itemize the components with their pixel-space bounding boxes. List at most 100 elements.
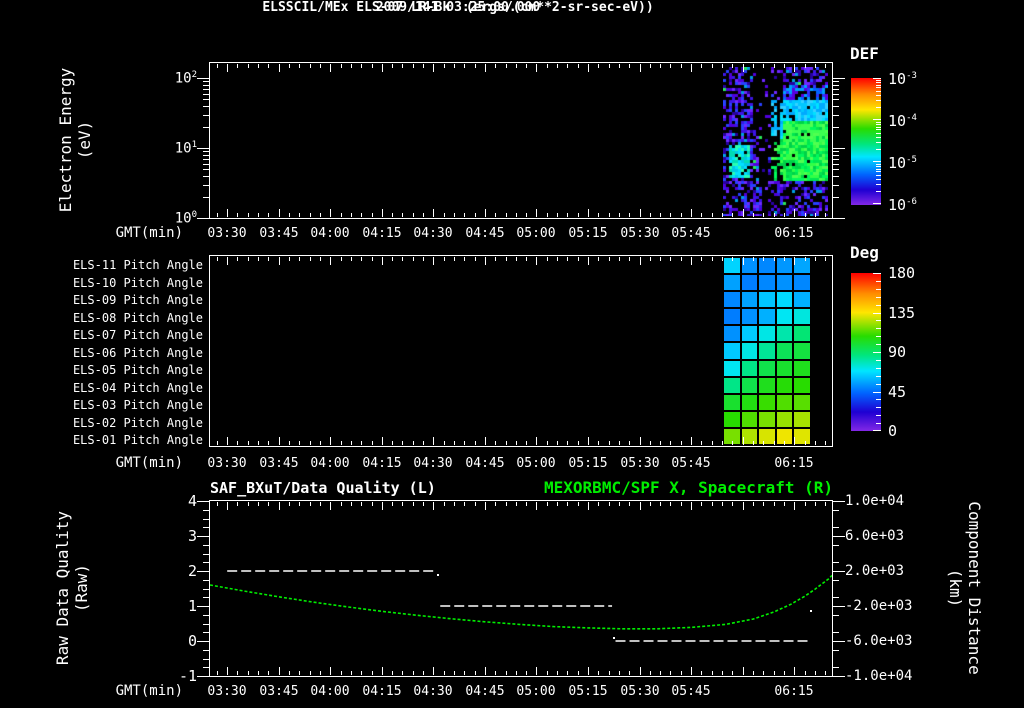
- panel3-right-y-axis-title-line1: Component Distance: [965, 501, 984, 675]
- x-minor-tick: [258, 213, 259, 217]
- stray-data-dot: [613, 637, 615, 639]
- x-minor-tick: [547, 64, 548, 68]
- x-major-tick: [433, 437, 434, 445]
- x-minor-tick: [444, 213, 445, 217]
- x-minor-tick: [506, 502, 507, 506]
- panel3-frame: [209, 500, 833, 677]
- colorbar-minor-tick: [876, 179, 881, 180]
- x-tick-label: 05:45: [671, 456, 711, 471]
- colorbar-minor-tick: [876, 149, 881, 150]
- x-major-tick: [485, 209, 486, 217]
- y-minor-tick: [203, 197, 210, 198]
- panel3-right-tick-label: 6.0e+03: [845, 528, 905, 544]
- x-major-tick: [227, 64, 228, 72]
- x-minor-tick: [526, 64, 527, 68]
- x-minor-tick: [402, 441, 403, 445]
- y-minor-tick: [832, 580, 839, 581]
- colorbar-tick: [876, 368, 881, 369]
- x-minor-tick: [722, 671, 723, 675]
- x-major-tick: [485, 502, 486, 510]
- panel1-y-tick-label: 101: [174, 140, 197, 157]
- x-minor-tick: [402, 671, 403, 675]
- x-major-tick: [588, 64, 589, 72]
- x-minor-tick: [392, 441, 393, 445]
- x-minor-tick: [248, 64, 249, 68]
- colorbar-minor-tick: [876, 175, 881, 176]
- y-minor-tick: [203, 554, 210, 555]
- x-minor-tick: [547, 213, 548, 217]
- y-minor-tick: [832, 501, 839, 502]
- panel3-y-axis-title-line1: Raw Data Quality: [53, 510, 72, 666]
- x-minor-tick: [217, 213, 218, 217]
- x-major-tick: [485, 667, 486, 675]
- x-minor-tick: [753, 213, 754, 217]
- x-tick-label: 06:15: [774, 456, 814, 471]
- colorbar-minor-tick: [876, 107, 881, 108]
- x-minor-tick: [815, 213, 816, 217]
- x-major-tick: [794, 667, 795, 675]
- x-minor-tick: [660, 213, 661, 217]
- x-minor-tick: [763, 64, 764, 68]
- x-minor-tick: [598, 441, 599, 445]
- x-major-tick: [330, 502, 331, 510]
- x-minor-tick: [578, 441, 579, 445]
- y-minor-tick: [203, 159, 210, 160]
- x-minor-tick: [310, 671, 311, 675]
- x-minor-tick: [712, 502, 713, 506]
- x-minor-tick: [619, 441, 620, 445]
- x-minor-tick: [268, 257, 269, 261]
- x-major-tick: [227, 502, 228, 510]
- x-minor-tick: [423, 257, 424, 261]
- x-minor-tick: [825, 64, 826, 68]
- x-minor-tick: [506, 441, 507, 445]
- x-minor-tick: [423, 441, 424, 445]
- y-minor-tick: [203, 510, 210, 511]
- x-minor-tick: [268, 441, 269, 445]
- x-major-tick: [640, 257, 641, 265]
- x-minor-tick: [578, 257, 579, 261]
- x-major-tick: [382, 209, 383, 217]
- x-major-tick: [485, 437, 486, 445]
- y-minor-tick: [203, 155, 210, 156]
- y-minor-tick: [832, 545, 839, 546]
- pitch-row-label: ELS-01 Pitch Angle: [72, 433, 203, 447]
- x-minor-tick: [268, 64, 269, 68]
- x-minor-tick: [516, 502, 517, 506]
- x-minor-tick: [629, 671, 630, 675]
- page-title-instrument: ELSSCIL/MEx ELS-07 LR-Bk (ergs/(cm**2-sr…: [262, 0, 654, 15]
- x-minor-tick: [372, 213, 373, 217]
- x-minor-tick: [289, 213, 290, 217]
- colorbar-def-title: DEF: [850, 44, 879, 63]
- pitch-row-label: ELS-07 Pitch Angle: [72, 328, 203, 342]
- x-major-tick: [485, 257, 486, 265]
- x-major-tick: [691, 502, 692, 510]
- y-minor-tick: [203, 562, 210, 563]
- x-major-tick: [536, 257, 537, 265]
- x-minor-tick: [557, 257, 558, 261]
- x-minor-tick: [526, 441, 527, 445]
- x-minor-tick: [557, 213, 558, 217]
- x-minor-tick: [248, 671, 249, 675]
- x-minor-tick: [248, 502, 249, 506]
- panel3-y-tick-label: 3: [187, 527, 197, 545]
- x-minor-tick: [289, 64, 290, 68]
- x-minor-tick: [299, 502, 300, 506]
- x-major-tick: [330, 209, 331, 217]
- x-major-tick: [691, 64, 692, 72]
- y-minor-tick: [832, 667, 839, 668]
- x-minor-tick: [825, 441, 826, 445]
- x-minor-tick: [361, 502, 362, 506]
- y-minor-tick: [203, 89, 210, 90]
- x-minor-tick: [660, 441, 661, 445]
- pitch-row-label: ELS-10 Pitch Angle: [72, 275, 203, 290]
- x-minor-tick: [413, 64, 414, 68]
- x-minor-tick: [774, 64, 775, 68]
- panel1-y-axis-title: Electron Energy (eV): [56, 68, 94, 213]
- x-minor-tick: [444, 441, 445, 445]
- x-minor-tick: [526, 257, 527, 261]
- colorbar-minor-tick: [876, 171, 881, 172]
- y-minor-tick: [832, 155, 839, 156]
- x-major-tick: [433, 257, 434, 265]
- x-minor-tick: [258, 671, 259, 675]
- x-minor-tick: [268, 213, 269, 217]
